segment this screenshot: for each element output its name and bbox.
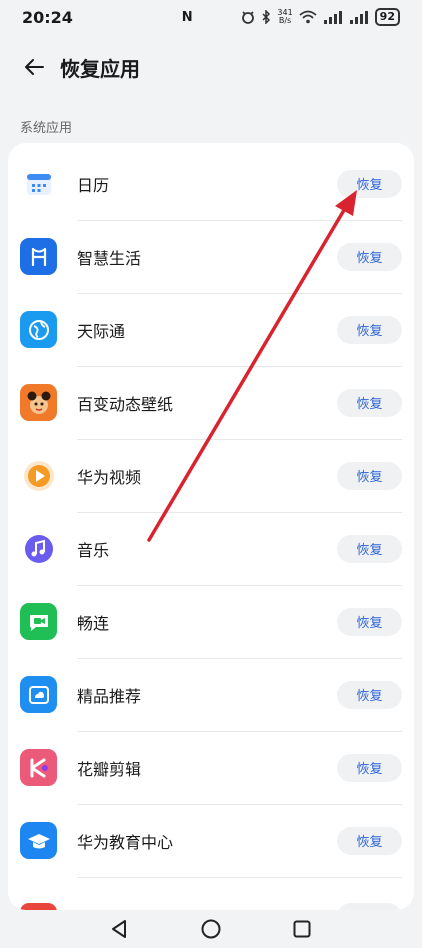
list-item: 音乐 恢复 [8, 512, 414, 585]
wifi-icon [299, 10, 317, 24]
app-name: 日历 [77, 175, 110, 195]
restore-button[interactable]: 恢复 [337, 607, 402, 636]
app-name: 天际通 [77, 321, 126, 341]
net-speed: 341 B/s [277, 9, 292, 25]
list-item: 花瓣剪辑 恢复 [8, 731, 414, 804]
alarm-icon [242, 11, 255, 24]
smart-life-icon [20, 238, 57, 275]
arrow-left-icon [25, 59, 44, 75]
status-icons: 341 B/s 92 [241, 8, 400, 26]
restore-button[interactable]: 恢复 [337, 242, 402, 271]
home-nav-button[interactable] [200, 918, 222, 940]
app-name: 智慧生活 [77, 248, 142, 268]
restore-button[interactable]: 恢复 [337, 388, 402, 417]
restore-button[interactable]: 恢复 [337, 534, 402, 563]
partial-app-icon [20, 903, 57, 910]
recents-nav-button[interactable] [291, 918, 313, 940]
list-item: 百变动态壁纸 恢复 [8, 366, 414, 439]
signal-icon-2 [349, 11, 368, 24]
restore-button[interactable]: 恢复 [337, 461, 402, 490]
net-speed-unit: B/s [278, 16, 292, 25]
restore-button[interactable] [337, 903, 402, 910]
back-nav-button[interactable] [108, 918, 130, 940]
app-name: 精品推荐 [77, 686, 142, 706]
restore-button[interactable]: 恢复 [337, 169, 402, 198]
video-play-icon [20, 457, 57, 494]
signal-icon [323, 11, 342, 24]
list-item: 天际通 恢复 [8, 293, 414, 366]
list-item: 华为教育中心 恢复 [8, 804, 414, 877]
wallpaper-icon [20, 384, 57, 421]
battery-icon: 92 [374, 8, 400, 26]
list-item: 精品推荐 恢复 [8, 658, 414, 731]
list-item: 畅连 恢复 [8, 585, 414, 658]
back-button[interactable] [12, 46, 56, 88]
app-name: 华为教育中心 [77, 832, 174, 852]
list-item [8, 877, 414, 910]
list-item: 日历 恢复 [8, 147, 414, 220]
status-bar: 20:24 N 341 B/s 92 [0, 0, 422, 34]
nfc-label: N [181, 9, 193, 25]
music-note-icon [20, 530, 57, 567]
app-name: 百变动态壁纸 [77, 394, 174, 414]
restore-button[interactable]: 恢复 [337, 753, 402, 782]
app-name: 华为视频 [77, 467, 142, 487]
restore-button[interactable]: 恢复 [337, 680, 402, 709]
chat-video-icon [20, 603, 57, 640]
header: 恢复应用 [0, 46, 422, 88]
app-name: 畅连 [77, 613, 110, 633]
restore-button[interactable]: 恢复 [337, 826, 402, 855]
cloud-store-icon [20, 676, 57, 713]
graduation-cap-icon [20, 822, 57, 859]
calendar-icon [20, 165, 57, 202]
app-name: 音乐 [77, 540, 110, 560]
globe-icon [20, 311, 57, 348]
app-name: 花瓣剪辑 [77, 759, 142, 779]
section-label: 系统应用 [20, 121, 73, 136]
list-item: 华为视频 恢复 [8, 439, 414, 512]
list-item: 智慧生活 恢复 [8, 220, 414, 293]
page-title: 恢复应用 [60, 56, 140, 81]
triangle-back-icon [112, 920, 126, 938]
navigation-bar [0, 910, 422, 948]
restore-button[interactable]: 恢复 [337, 315, 402, 344]
square-recents-icon [293, 920, 311, 938]
nfc-icon: N [182, 10, 193, 25]
circle-home-icon [201, 919, 221, 939]
clip-editor-icon [20, 749, 57, 786]
app-list: 日历 恢复 智慧生活 恢复 天际通 恢复 百变动态壁纸 恢复 华为视频 恢复 音… [8, 143, 414, 910]
status-time: 20:24 [22, 7, 73, 27]
bluetooth-icon [262, 10, 271, 24]
